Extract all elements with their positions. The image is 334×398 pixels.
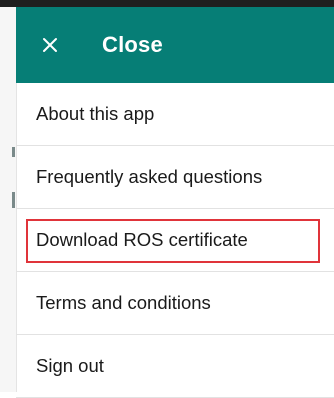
close-icon[interactable] [42, 37, 58, 53]
background-screen-edge [0, 7, 17, 392]
menu-item-terms[interactable]: Terms and conditions [16, 272, 334, 335]
menu-item-label: Download ROS certificate [36, 229, 248, 250]
edge-mark [12, 192, 15, 208]
menu-list: About this app Frequently asked question… [16, 83, 334, 398]
menu-item-download-ros-certificate[interactable]: Download ROS certificate [16, 209, 334, 272]
menu-item-label: About this app [36, 103, 155, 124]
menu-item-sign-out[interactable]: Sign out [16, 335, 334, 398]
menu-item-label: Frequently asked questions [36, 166, 263, 187]
menu-item-label: Terms and conditions [36, 292, 211, 313]
menu-item-label: Sign out [36, 355, 104, 376]
menu-item-faq[interactable]: Frequently asked questions [16, 146, 334, 209]
menu-item-about[interactable]: About this app [16, 83, 334, 146]
edge-mark [12, 147, 15, 157]
menu-panel: Close About this app Frequently asked qu… [0, 0, 334, 398]
menu-header: Close [16, 7, 334, 83]
status-bar-edge [0, 0, 334, 7]
close-title[interactable]: Close [102, 32, 163, 58]
